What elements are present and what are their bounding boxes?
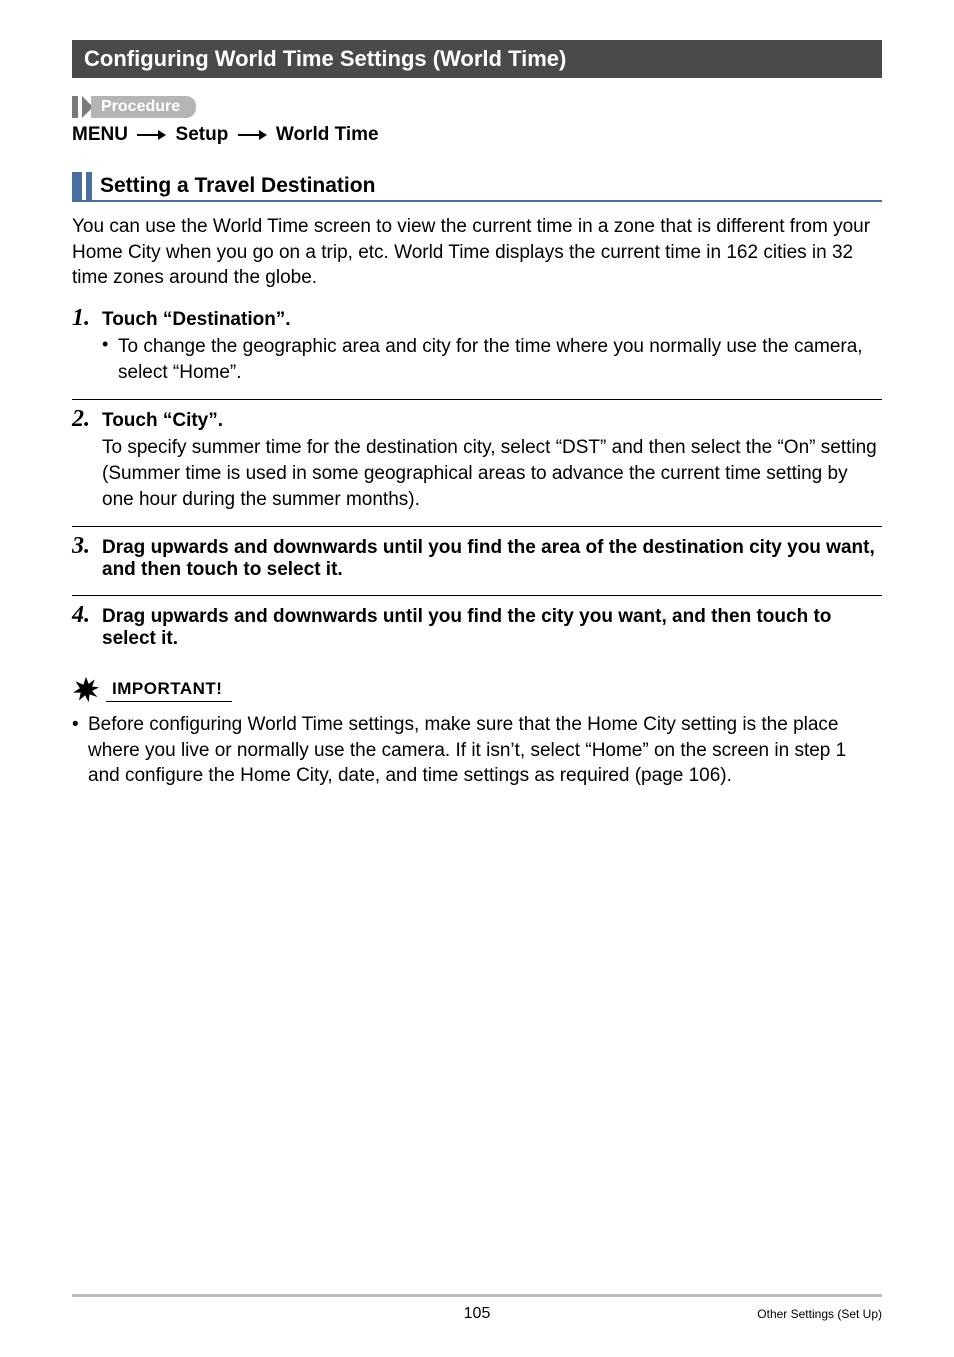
page-footer: 105 Other Settings (Set Up) <box>72 1294 882 1323</box>
breadcrumb-setup: Setup <box>176 124 229 145</box>
arrow-right-icon <box>238 124 267 146</box>
step-number: 1. <box>72 305 102 332</box>
important-bullet: • Before configuring World Time settings… <box>72 712 882 789</box>
step-2: 2. Touch “City”. To specify summer time … <box>72 399 882 522</box>
procedure-label-row: Procedure <box>72 96 882 118</box>
step-bullet: • To change the geographic area and city… <box>102 334 882 385</box>
step-title: Drag upwards and downwards until you fin… <box>102 606 882 650</box>
step-number: 4. <box>72 602 102 629</box>
arrow-right-icon <box>137 124 166 146</box>
heading-bar-decor <box>86 172 92 200</box>
intro-paragraph: You can use the World Time screen to vie… <box>72 214 882 291</box>
starburst-icon <box>72 676 100 704</box>
procedure-pill: Procedure <box>91 96 196 118</box>
subsection-heading-text: Setting a Travel Destination <box>100 172 375 200</box>
page-number: 105 <box>464 1305 491 1323</box>
step-body-text: To specify summer time for the destinati… <box>102 435 882 512</box>
footer-section-label: Other Settings (Set Up) <box>757 1307 882 1321</box>
step-4: 4. Drag upwards and downwards until you … <box>72 595 882 660</box>
bullet-dot-icon: • <box>102 334 118 385</box>
section-title-bar: Configuring World Time Settings (World T… <box>72 40 882 78</box>
procedure-pipe-decor <box>72 96 78 118</box>
breadcrumb-worldtime: World Time <box>276 124 379 145</box>
step-3: 3. Drag upwards and downwards until you … <box>72 526 882 591</box>
step-title: Touch “Destination”. <box>102 309 291 331</box>
breadcrumb-menu: MENU <box>72 124 128 145</box>
important-label: IMPORTANT! <box>106 679 232 702</box>
important-text: Before configuring World Time settings, … <box>88 712 882 789</box>
subsection-heading: Setting a Travel Destination <box>72 172 882 202</box>
step-1: 1. Touch “Destination”. • To change the … <box>72 305 882 395</box>
bullet-dot-icon: • <box>72 712 88 789</box>
step-title: Drag upwards and downwards until you fin… <box>102 537 882 581</box>
step-number: 3. <box>72 533 102 560</box>
step-number: 2. <box>72 406 102 433</box>
heading-bar-decor <box>72 172 82 200</box>
step-title: Touch “City”. <box>102 410 223 432</box>
step-bullet-text: To change the geographic area and city f… <box>118 334 882 385</box>
breadcrumb: MENU Setup World Time <box>72 124 882 146</box>
footer-divider <box>72 1294 882 1297</box>
important-callout: IMPORTANT! <box>72 676 882 704</box>
